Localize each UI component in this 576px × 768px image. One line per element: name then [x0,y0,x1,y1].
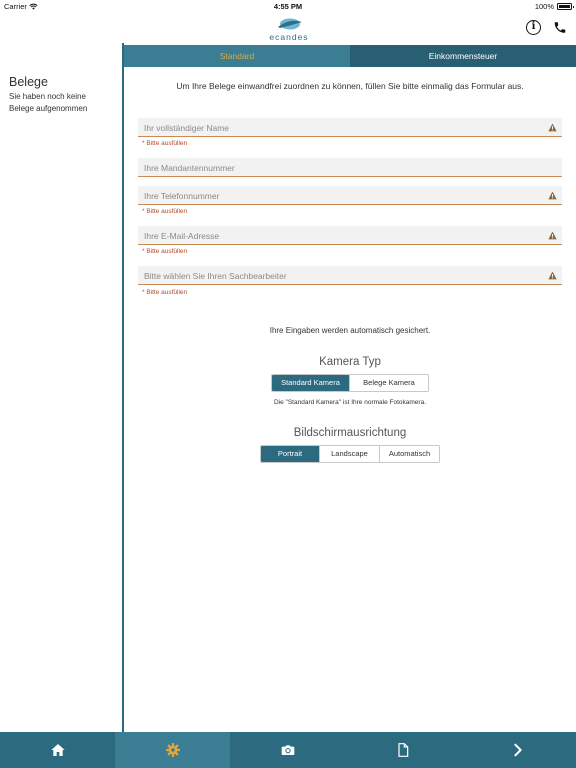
logo-mark-icon [278,18,302,30]
warning-icon [548,231,557,240]
battery-percentage: 100% [534,2,554,11]
nav-home[interactable] [0,732,115,768]
home-icon [50,744,65,756]
phone-number-placeholder: Ihre Telefonnummer [144,191,220,201]
top-navigation: ecandes i [0,12,576,43]
orientation-title: Bildschirmausrichtung [293,427,407,439]
camera-type-title: Kamera Typ [319,356,381,368]
main-content: Standard Einkommensteuer Um Ihre Belege … [124,43,576,732]
email-field[interactable]: Ihre E-Mail-Adresse [138,226,562,245]
bottom-navigation [0,732,576,768]
sidebar-title: Belege [9,75,48,89]
phone-icon[interactable] [553,20,567,35]
warning-icon [548,123,557,132]
nav-settings[interactable] [115,732,231,768]
ecandes-logo: ecandes [268,16,310,42]
form-intro: Um Ihre Belege einwandfrei zuordnen zu k… [176,81,524,91]
info-icon[interactable]: i [526,20,541,35]
logo-text: ecandes [269,32,309,42]
status-bar: Carrier 4:55 PM 100% [0,0,576,12]
email-hint: * Bitte ausfüllen [142,248,188,255]
warning-icon [548,271,557,280]
name-field[interactable]: Ihr vollständiger Name [138,118,562,137]
email-placeholder: Ihre E-Mail-Adresse [144,231,220,241]
tab-einkommensteuer[interactable]: Einkommensteuer [350,45,576,67]
camera-icon [281,745,295,755]
mandant-number-field[interactable]: Ihre Mandantennummer [138,158,562,177]
sidebar-subtitle: Sie haben noch keine Belege aufgenommen [9,92,88,113]
gear-icon [165,743,180,757]
battery-icon [557,3,574,10]
clerk-select-hint: * Bitte ausfüllen [142,289,188,296]
chevron-right-icon [514,743,523,757]
camera-type-segment: Standard Kamera Belege Kamera [271,374,429,392]
sidebar: Belege Sie haben noch keine Belege aufge… [0,43,122,732]
clerk-select-field[interactable]: Bitte wählen Sie Ihren Sachbearbeiter [138,266,562,285]
name-field-hint: * Bitte ausfüllen [142,140,188,147]
mandant-number-placeholder: Ihre Mandantennummer [144,163,235,173]
phone-number-hint: * Bitte ausfüllen [142,208,188,215]
warning-icon [548,191,557,200]
nav-next[interactable] [461,732,576,768]
orientation-option-landscape[interactable]: Landscape [320,446,380,462]
tab-standard[interactable]: Standard [124,45,350,67]
nav-documents[interactable] [346,732,461,768]
tab-bar: Standard Einkommensteuer [124,45,576,67]
camera-option-belege[interactable]: Belege Kamera [350,375,428,391]
phone-number-field[interactable]: Ihre Telefonnummer [138,186,562,205]
clerk-select-placeholder: Bitte wählen Sie Ihren Sachbearbeiter [144,271,287,281]
battery-group: 100% [534,2,574,11]
orientation-option-portrait[interactable]: Portrait [261,446,320,462]
name-field-placeholder: Ihr vollständiger Name [144,123,230,133]
nav-camera[interactable] [230,732,345,768]
camera-option-standard[interactable]: Standard Kamera [272,375,350,391]
camera-note: Die "Standard Kamera" ist Ihre normale F… [273,399,426,406]
document-icon [398,743,409,757]
status-time: 4:55 PM [273,2,303,11]
orientation-option-automatic[interactable]: Automatisch [380,446,439,462]
autosave-note: Ihre Eingaben werden automatisch gesiche… [269,326,431,335]
orientation-segment: Portrait Landscape Automatisch [260,445,440,463]
